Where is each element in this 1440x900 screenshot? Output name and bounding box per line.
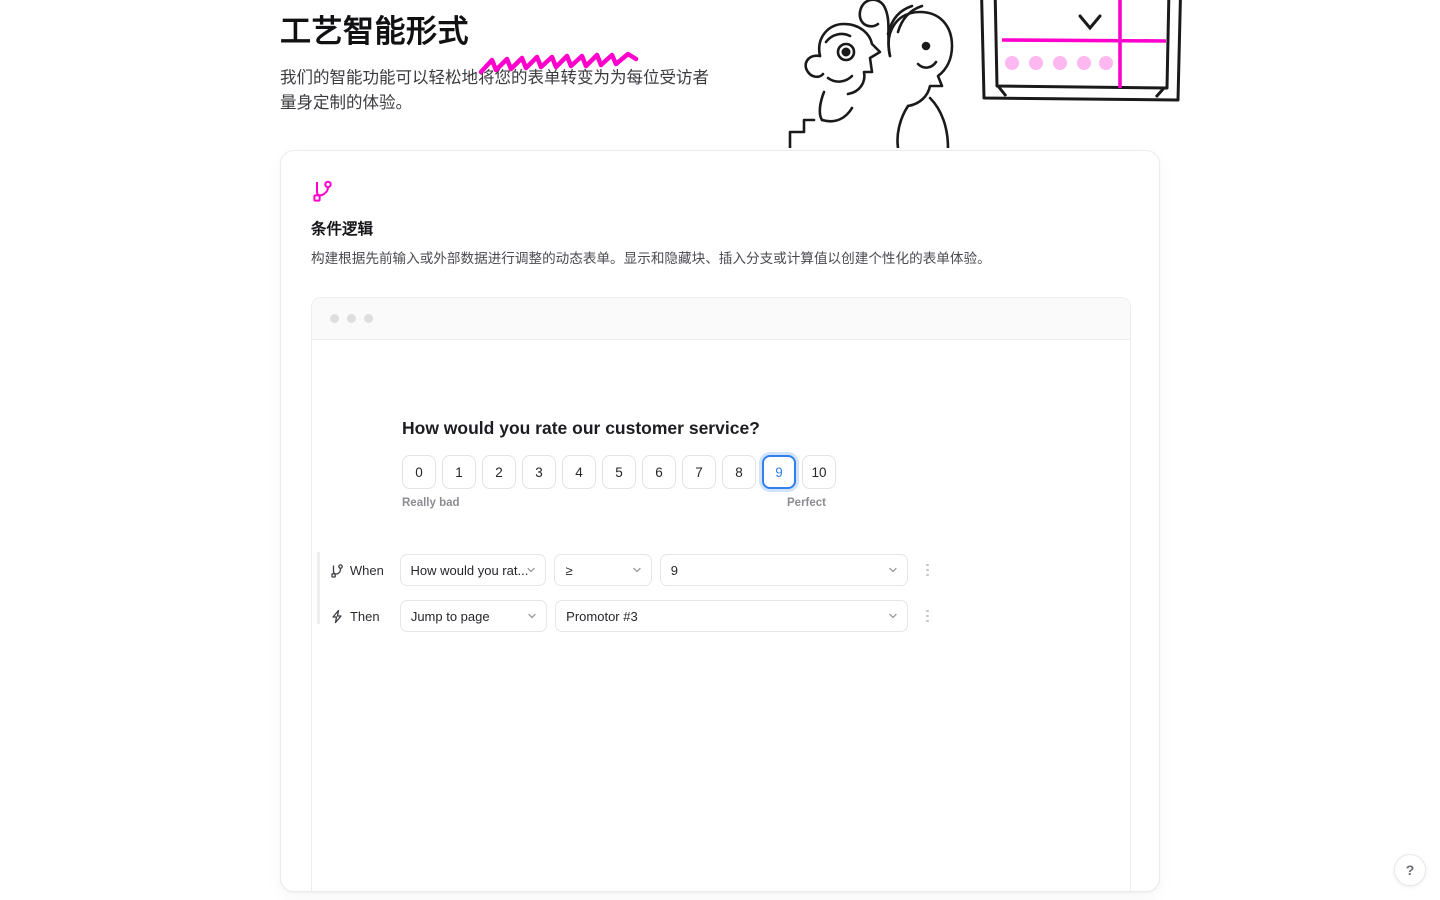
window-dot-minimize — [347, 314, 356, 323]
lightning-icon — [325, 609, 350, 624]
logic-value-select[interactable]: 9 — [659, 554, 908, 586]
logic-target-select[interactable]: Promotor #3 — [555, 600, 908, 632]
browser-mockup: How would you rate our customer service?… — [311, 297, 1131, 891]
logic-operator-select-value: ≥ — [565, 562, 573, 578]
rating-option-3[interactable]: 3 — [522, 455, 556, 489]
rating-option-4[interactable]: 4 — [562, 455, 596, 489]
rating-low-label: Really bad — [402, 497, 460, 509]
rating-option-5[interactable]: 5 — [602, 455, 636, 489]
logic-then-label: Then — [349, 608, 380, 624]
chevron-down-icon — [528, 613, 536, 619]
logic-row-when: When How would you rat... ≥ 9 — [325, 550, 937, 590]
chevron-down-icon — [889, 613, 897, 619]
hero-section: 工艺智能形式 我们的智能功能可以轻松地将您的表单转变为为每位受访者量身定制的体验… — [280, 14, 740, 117]
logic-builder: When How would you rat... ≥ 9 Then Jump … — [317, 550, 937, 642]
window-dot-maximize — [364, 314, 373, 323]
feature-card-title: 条件逻辑 — [311, 221, 374, 238]
logic-field-select-value: How would you rat... — [410, 562, 529, 578]
rating-option-10[interactable]: 10 — [802, 455, 836, 489]
rating-option-1[interactable]: 1 — [442, 455, 476, 489]
chevron-down-icon — [633, 567, 641, 573]
question-title: How would you rate our customer service? — [402, 418, 760, 438]
rating-scale-labels: Really bad Perfect — [402, 497, 826, 509]
logic-row-when-menu-button[interactable] — [918, 563, 937, 577]
logic-row-then: Then Jump to page Promotor #3 — [325, 596, 937, 636]
logic-row-then-menu-button[interactable] — [918, 609, 937, 623]
rating-option-9[interactable]: 9 — [762, 455, 796, 489]
logic-value-select-value: 9 — [670, 562, 678, 578]
help-button[interactable]: ? — [1394, 854, 1426, 886]
feature-card: 条件逻辑 构建根据先前输入或外部数据进行调整的动态表单。显示和隐藏块、插入分支或… — [280, 150, 1160, 892]
logic-action-select-value: Jump to page — [410, 608, 490, 624]
rating-high-label: Perfect — [787, 497, 826, 509]
rating-option-7[interactable]: 7 — [682, 455, 716, 489]
form-preview: How would you rate our customer service?… — [312, 340, 1130, 891]
browser-titlebar — [312, 298, 1130, 340]
rating-option-2[interactable]: 2 — [482, 455, 516, 489]
feature-card-description: 构建根据先前输入或外部数据进行调整的动态表单。显示和隐藏块、插入分支或计算值以创… — [311, 251, 991, 266]
rating-option-8[interactable]: 8 — [722, 455, 756, 489]
branch-icon — [325, 563, 350, 578]
rating-scale[interactable]: 0 1 2 3 4 5 6 7 8 9 10 — [402, 455, 1042, 489]
question-block: How would you rate our customer service?… — [402, 418, 1042, 509]
logic-operator-select[interactable]: ≥ — [554, 554, 652, 586]
rating-option-6[interactable]: 6 — [642, 455, 676, 489]
logic-action-select[interactable]: Jump to page — [399, 600, 548, 632]
squiggle-underline-icon — [478, 51, 639, 75]
chevron-down-icon — [889, 567, 897, 573]
logic-when-label: When — [349, 562, 384, 578]
logic-field-select[interactable]: How would you rat... — [399, 554, 547, 586]
branch-icon — [313, 180, 332, 202]
chevron-down-icon — [527, 567, 536, 573]
window-dot-close — [330, 314, 339, 323]
feature-card-header: 条件逻辑 构建根据先前输入或外部数据进行调整的动态表单。显示和隐藏块、插入分支或… — [281, 151, 1159, 269]
page-root: 工艺智能形式 我们的智能功能可以轻松地将您的表单转变为为每位受访者量身定制的体验… — [0, 0, 1440, 900]
logic-target-select-value: Promotor #3 — [566, 608, 638, 624]
hero-illustration — [788, 0, 1182, 148]
page-title: 工艺智能形式 — [280, 14, 469, 49]
rating-option-0[interactable]: 0 — [402, 455, 436, 489]
